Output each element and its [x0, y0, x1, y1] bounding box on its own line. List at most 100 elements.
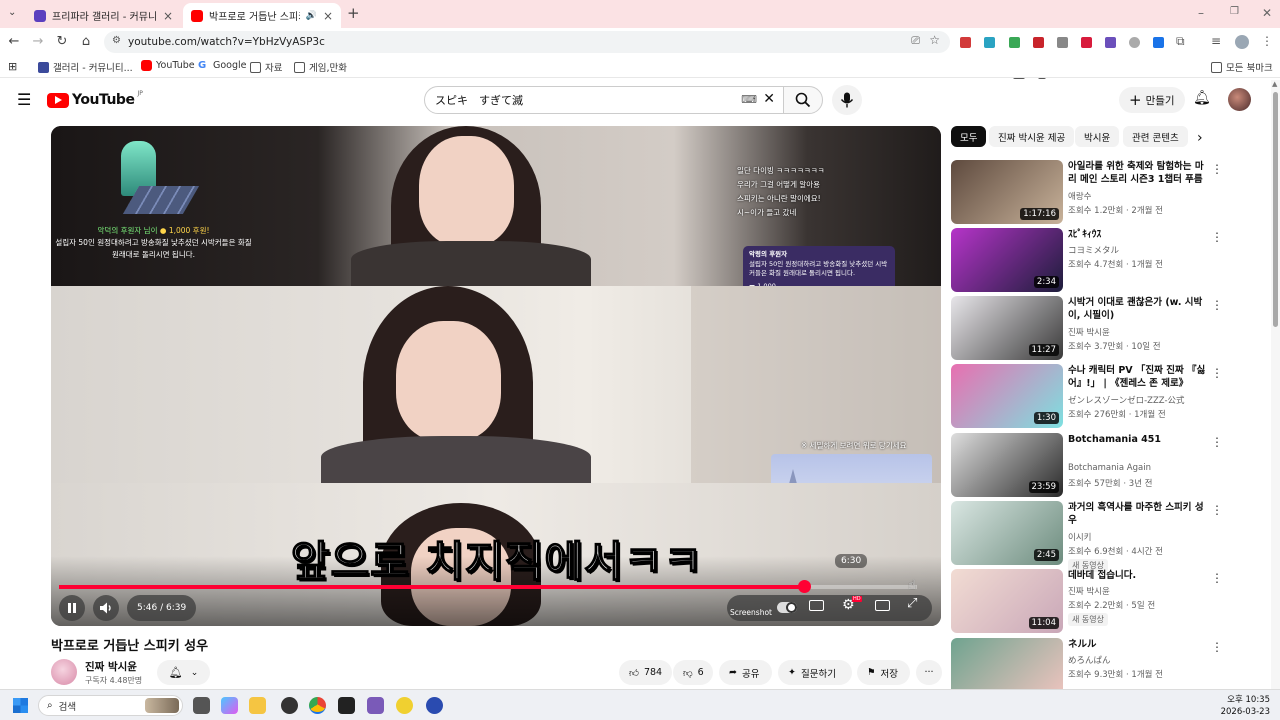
- scrollbar-thumb[interactable]: [1273, 92, 1278, 327]
- video-thumbnail[interactable]: 11:27: [951, 296, 1063, 360]
- extension-icon[interactable]: [1129, 37, 1140, 48]
- video-title[interactable]: 시박거 이대로 괜찮은가 (w. 시박이, 시필이): [1068, 296, 1208, 322]
- share-button[interactable]: ➦ 공유: [719, 660, 772, 685]
- app-icon[interactable]: [367, 697, 384, 714]
- video-thumbnail[interactable]: 1:17:16: [951, 160, 1063, 224]
- download-icon[interactable]: [1153, 37, 1164, 48]
- app-icon[interactable]: [426, 697, 443, 714]
- new-tab-button[interactable]: +: [347, 4, 360, 22]
- channel-name[interactable]: Botchamania Again: [1068, 463, 1151, 473]
- reading-list-icon[interactable]: ≡: [1211, 34, 1221, 48]
- app-icon[interactable]: [281, 697, 298, 714]
- chrome-menu-icon[interactable]: ⋮: [1261, 34, 1273, 48]
- chips-next-icon[interactable]: ›: [1197, 130, 1203, 146]
- system-clock[interactable]: 오후 10:35 2026-03-23: [1218, 694, 1270, 718]
- extension-icon[interactable]: [984, 37, 995, 48]
- search-button[interactable]: [783, 86, 823, 114]
- recommended-video[interactable]: 11:27 시박거 이대로 괜찮은가 (w. 시박이, 시필이) 진짜 박시윤 조회수…: [951, 296, 1271, 360]
- extension-icon[interactable]: [960, 37, 971, 48]
- video-thumbnail[interactable]: 1:30: [951, 364, 1063, 428]
- video-thumbnail[interactable]: 2:45: [951, 501, 1063, 565]
- bookmark-item[interactable]: 자료: [250, 60, 282, 74]
- theater-mode-icon[interactable]: [875, 600, 890, 611]
- recommended-video[interactable]: 2:45 과거의 흑역사를 마주한 스피키 성우 이시키 조회수 6.9천회 · 4시…: [951, 501, 1271, 572]
- chip-from-channel[interactable]: 진짜 박시윤 제공: [989, 126, 1075, 147]
- audio-playing-icon[interactable]: 🔊: [306, 11, 317, 21]
- search-input[interactable]: スピキ すぎて滅 ⌨ ✕: [424, 86, 784, 114]
- file-explorer-icon[interactable]: [249, 697, 266, 714]
- like-button[interactable]: 👍︎ 784: [619, 660, 672, 685]
- bookmark-item[interactable]: 게임,만화: [294, 60, 347, 74]
- bookmark-item[interactable]: YouTube: [141, 60, 195, 71]
- subtitles-icon[interactable]: [809, 600, 824, 611]
- voice-search-button[interactable]: [832, 85, 862, 115]
- video-title[interactable]: 데바데 접습니다.: [1068, 569, 1208, 582]
- dislike-button[interactable]: 👎︎ 6: [673, 660, 713, 685]
- recommended-video[interactable]: 11:04 데바데 접습니다. 진짜 박시윤 조회수 2.2만회 · 5일 전새 동영…: [951, 569, 1271, 633]
- video-title[interactable]: Botchamania 451: [1068, 433, 1208, 446]
- windows-start-icon[interactable]: [13, 698, 28, 713]
- recommended-video[interactable]: 2:34 ｽﾋﾟｷｨｳｽ コヨミメタル 조회수 4.7천회 · 1개월 전 ⋮: [951, 228, 1271, 292]
- cast-icon[interactable]: ⎚: [911, 34, 920, 48]
- chrome-icon[interactable]: [309, 697, 326, 714]
- save-button[interactable]: ⚑ 저장: [857, 660, 910, 685]
- extensions-puzzle-icon[interactable]: ⧉: [1176, 34, 1185, 49]
- page-scrollbar[interactable]: ▲: [1271, 80, 1280, 689]
- channel-name[interactable]: めろんぱん: [1068, 654, 1111, 666]
- all-bookmarks[interactable]: 모든 북마크: [1211, 60, 1273, 74]
- channel-name[interactable]: 진짜 박시윤: [1068, 326, 1110, 338]
- app-icon[interactable]: [396, 697, 413, 714]
- fullscreen-icon[interactable]: ⤢: [907, 596, 917, 611]
- browser-tab-1[interactable]: 프리파라 갤러리 - 커뮤니티 포 ×: [26, 3, 181, 28]
- extension-icon[interactable]: [1009, 37, 1020, 48]
- bookmark-item[interactable]: 갤러리 - 커뮤니티...: [38, 60, 133, 74]
- keyboard-icon[interactable]: ⌨: [741, 93, 757, 106]
- autoplay-toggle[interactable]: [777, 602, 797, 613]
- subscribed-button[interactable]: 🔔︎ ⌄: [157, 660, 210, 685]
- clear-search-icon[interactable]: ✕: [763, 91, 775, 107]
- more-options-icon[interactable]: ⋮: [1211, 162, 1223, 176]
- close-tab-icon[interactable]: ×: [323, 9, 333, 23]
- video-title[interactable]: 수나 캐릭터 PV 「진짜 진짜 『싫어』!」 | 《젠레스 존 제로》: [1068, 364, 1208, 390]
- chip-all[interactable]: 모두: [951, 126, 987, 147]
- video-title[interactable]: ネルル: [1068, 638, 1208, 651]
- more-options-icon[interactable]: ⋮: [1211, 230, 1223, 244]
- browser-tab-2[interactable]: 박프로로 거듭난 스피키 성 🔊 ×: [183, 3, 341, 28]
- volume-button[interactable]: [93, 595, 119, 621]
- address-bar[interactable]: ⚙ youtube.com/watch?v=YbHzVyASP3c ⎚ ☆: [104, 31, 950, 53]
- more-options-icon[interactable]: ⋮: [1211, 640, 1223, 654]
- video-thumbnail[interactable]: 23:59: [951, 433, 1063, 497]
- more-options-icon[interactable]: ⋮: [1211, 435, 1223, 449]
- close-tab-icon[interactable]: ×: [163, 9, 173, 23]
- extension-icon[interactable]: [1033, 37, 1044, 48]
- video-thumbnail[interactable]: 2:34: [951, 228, 1063, 292]
- apps-grid-icon[interactable]: ⊞: [8, 60, 17, 73]
- progress-scrubber[interactable]: [797, 580, 811, 593]
- channel-name[interactable]: 진짜 박시윤: [1068, 585, 1110, 597]
- bookmark-item[interactable]: G Google: [198, 60, 247, 71]
- profile-avatar[interactable]: [1235, 35, 1249, 49]
- more-options-icon[interactable]: ⋮: [1211, 503, 1223, 517]
- video-title[interactable]: 과거의 흑역사를 마주한 스피키 성우: [1068, 501, 1208, 527]
- taskbar-search[interactable]: ⌕ 검색: [38, 695, 183, 716]
- tab-search-icon[interactable]: ⌄: [8, 7, 16, 18]
- channel-name[interactable]: 이시키: [1068, 531, 1091, 543]
- ask-button[interactable]: ✦ 질문하기: [778, 660, 852, 685]
- channel-avatar[interactable]: [51, 659, 77, 685]
- site-info-icon[interactable]: ⚙: [112, 35, 121, 46]
- channel-name[interactable]: ゼンレスゾーンゼロ-ZZZ-公式: [1068, 394, 1185, 406]
- youtube-logo[interactable]: YouTube JP: [47, 90, 143, 108]
- extension-icon[interactable]: [1057, 37, 1068, 48]
- create-button[interactable]: + 만들기: [1119, 87, 1185, 113]
- recommended-video[interactable]: 1:17:16 아일라를 위한 축제와 탐험하는 마리 메인 스토리 시즌3 1챕…: [951, 160, 1271, 224]
- hamburger-menu-icon[interactable]: ☰: [17, 90, 31, 109]
- video-player[interactable]: 악덕의 후원자 님이 ● 1,000 후원! 설립자 50인 원정대하려고 방송…: [51, 126, 941, 626]
- app-icon[interactable]: [338, 697, 355, 714]
- account-avatar[interactable]: [1228, 88, 1251, 111]
- more-options-icon[interactable]: ⋮: [1211, 366, 1223, 380]
- minimize-icon[interactable]: –: [1198, 6, 1204, 20]
- chip-related[interactable]: 관련 콘텐츠: [1123, 126, 1188, 147]
- more-actions-button[interactable]: ···: [916, 660, 942, 685]
- extension-icon[interactable]: [1105, 37, 1116, 48]
- recommended-video[interactable]: 1:30 수나 캐릭터 PV 「진짜 진짜 『싫어』!」 | 《젠레스 존 제로》…: [951, 364, 1271, 428]
